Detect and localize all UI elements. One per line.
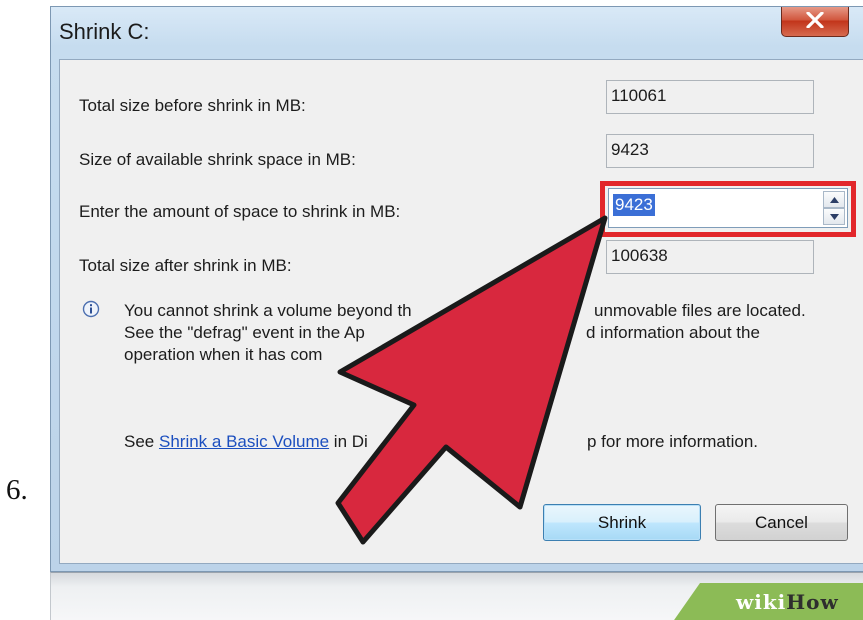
dialog-client-area: Total size before shrink in MB: 110061 S… xyxy=(59,59,863,564)
available-shrink-space-value: 9423 xyxy=(606,134,814,168)
info-line-1: You cannot shrink a volume beyond th xyxy=(124,301,412,320)
shrink-amount-selected-text: 9423 xyxy=(613,194,655,216)
shrink-dialog: Shrink C: Total size before shrink in MB… xyxy=(50,6,863,572)
available-shrink-space-label: Size of available shrink space in MB: xyxy=(79,150,356,169)
shrink-amount-input[interactable]: 9423 xyxy=(608,188,848,228)
total-size-before-value: 110061 xyxy=(606,80,814,114)
info-line-3: operation when it has com xyxy=(124,345,323,364)
shrink-amount-label: Enter the amount of space to shrink in M… xyxy=(79,202,401,221)
spin-up-button[interactable] xyxy=(823,191,845,208)
shrink-button[interactable]: Shrink xyxy=(543,504,701,541)
spin-down-button[interactable] xyxy=(823,208,845,225)
info-line-1-end: unmovable files are located. xyxy=(594,301,806,320)
total-size-after-label: Total size after shrink in MB: xyxy=(79,256,292,275)
cancel-button[interactable]: Cancel xyxy=(715,504,848,541)
close-icon xyxy=(806,12,824,28)
see-suffix: p for more information. xyxy=(587,432,759,451)
dialog-title: Shrink C: xyxy=(59,19,150,44)
close-button[interactable] xyxy=(781,7,849,37)
step-number: 6. xyxy=(6,474,28,506)
chevron-up-icon xyxy=(830,197,839,203)
total-size-before-label: Total size before shrink in MB: xyxy=(79,96,306,115)
chevron-down-icon xyxy=(830,214,839,220)
see-prefix: See xyxy=(124,432,159,451)
watermark-part-1: wiki xyxy=(736,590,787,614)
wikihow-watermark-text: wikiHow xyxy=(736,590,839,614)
screenshot-root: 6. Shrink C: Total size before shrink in… xyxy=(0,0,863,620)
info-icon xyxy=(82,300,100,318)
shrink-amount-spinner xyxy=(823,191,845,225)
shrink-basic-volume-link[interactable]: Shrink a Basic Volume xyxy=(159,432,329,451)
watermark-part-2: How xyxy=(786,590,839,614)
info-line-2-end: d information about the xyxy=(586,323,760,342)
see-help-line: See Shrink a Basic Volume in Di p for mor… xyxy=(124,432,758,452)
see-middle: in Di xyxy=(329,432,368,451)
total-size-after-value: 100638 xyxy=(606,240,814,274)
info-line-2: See the "defrag" event in the Ap xyxy=(124,323,365,342)
info-message: You cannot shrink a volume beyond th unm… xyxy=(124,300,859,366)
